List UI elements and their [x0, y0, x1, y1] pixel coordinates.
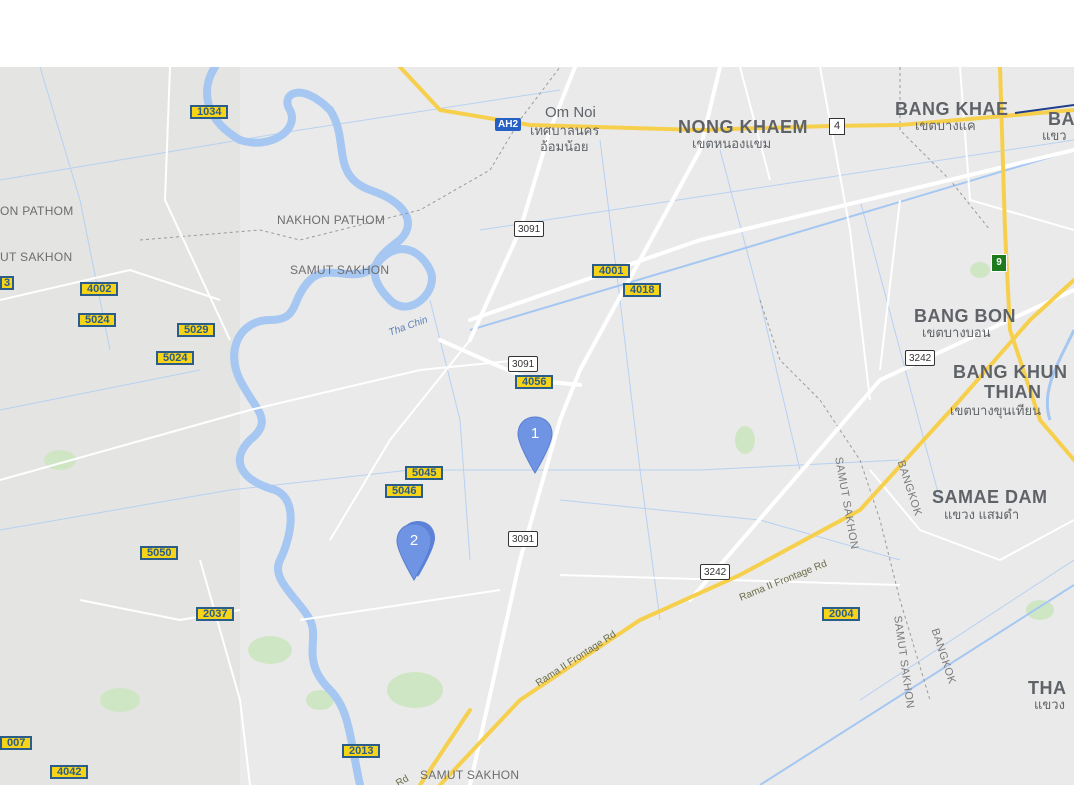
place-om-noi-thai-2: อ้อมน้อย: [540, 139, 589, 154]
place-ut-sakhon-cut: UT SAKHON: [0, 250, 73, 264]
place-bang-bon: BANG BON: [914, 306, 1016, 326]
map-marker-1[interactable]: 1: [516, 415, 554, 475]
place-bang-khun-thai: เขตบางขุนเทียน: [950, 403, 1041, 418]
expressway-shield-9: 9: [991, 254, 1007, 272]
road-shield-4001: 4001: [592, 264, 631, 278]
marker-pin-icon: [396, 523, 432, 581]
road-shield-4042: 4042: [50, 765, 89, 779]
road-shield-2004: 2004: [822, 607, 861, 621]
place-bang-khae: BANG KHAE: [895, 99, 1009, 119]
road-shield-5050: 5050: [140, 546, 179, 560]
route-shield-3242-b: 3242: [700, 564, 731, 580]
road-shield-4018: 4018: [623, 283, 662, 297]
road-shield-2037: 2037: [196, 607, 235, 621]
place-tha-cut: THA: [1028, 678, 1067, 698]
place-thian: THIAN: [984, 382, 1042, 402]
route-shield-3091-a: 3091: [514, 221, 545, 237]
road-shield-5029: 5029: [177, 323, 216, 337]
top-bar: [0, 0, 1074, 67]
map-marker-2-label: 2: [409, 532, 419, 549]
place-samae-dam: SAMAE DAM: [932, 487, 1048, 507]
map-view[interactable]: Om Noi เทศบาลนคร อ้อมน้อย NONG KHAEM เขต…: [0, 67, 1074, 785]
route-shield-3242-a: 3242: [905, 350, 936, 366]
road-shield-5024-a: 5024: [78, 313, 117, 327]
route-shield-3091-b: 3091: [508, 356, 539, 372]
route-shield-3091-c: 3091: [508, 531, 539, 547]
place-om-noi: Om Noi: [545, 104, 596, 121]
highway-shield-4: 4: [829, 118, 845, 135]
place-ba-cut-thai: แขว: [1042, 128, 1067, 143]
place-tha-cut-thai: แขวง: [1034, 697, 1065, 712]
road-shield-cut: 3: [0, 276, 15, 290]
place-samut-sakhon-bottom: SAMUT SAKHON: [420, 768, 520, 782]
highway-shield-ah2: AH2: [495, 118, 522, 131]
road-shield-2013: 2013: [342, 744, 381, 758]
road-shield-4056: 4056: [515, 375, 554, 389]
place-samae-dam-thai: แขวง แสมดำ: [944, 507, 1020, 522]
place-nong-khaem-thai: เขตหนองแขม: [692, 136, 772, 151]
map-marker-1-label: 1: [530, 425, 540, 442]
road-shield-007: 007: [0, 736, 33, 750]
road-shield-5045: 5045: [405, 466, 444, 480]
place-bang-khae-thai: เขตบางแค: [915, 118, 976, 133]
road-shield-5024-b: 5024: [156, 351, 195, 365]
place-samut-sakhon: SAMUT SAKHON: [290, 263, 390, 277]
place-bang-bon-thai: เขตบางบอน: [922, 325, 991, 340]
place-ba-cut: BA: [1048, 109, 1074, 129]
road-shield-4002: 4002: [80, 282, 119, 296]
map-marker-2[interactable]: 2: [395, 522, 433, 582]
place-bang-khun: BANG KHUN: [953, 362, 1068, 382]
road-shield-1034: 1034: [190, 105, 229, 119]
marker-pin-icon: [517, 416, 553, 474]
road-shield-5046: 5046: [385, 484, 424, 498]
place-om-noi-thai-1: เทศบาลนคร: [530, 123, 600, 138]
place-on-pathom-cut: ON PATHOM: [0, 204, 74, 218]
place-nakhon-pathom: NAKHON PATHOM: [277, 213, 386, 227]
place-nong-khaem: NONG KHAEM: [678, 117, 808, 137]
